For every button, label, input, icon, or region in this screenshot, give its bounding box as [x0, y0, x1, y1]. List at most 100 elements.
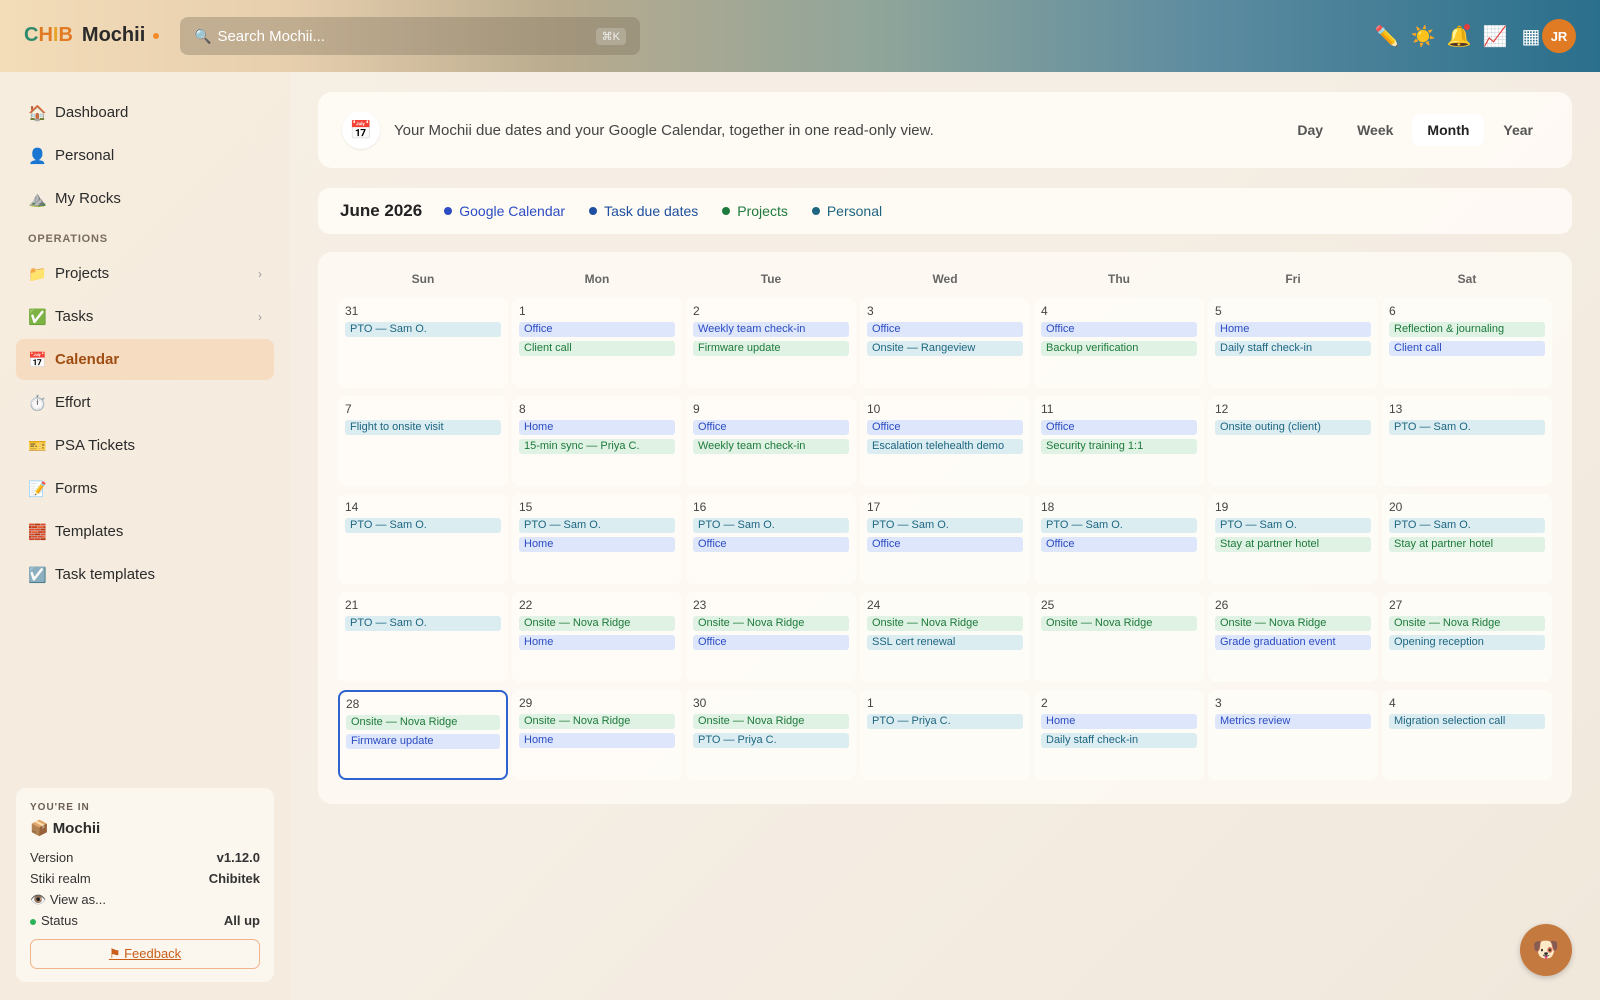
calendar-event[interactable]: SSL cert renewal [867, 635, 1023, 650]
calendar-event[interactable]: Office [693, 420, 849, 435]
calendar-event[interactable]: Onsite — Nova Ridge [1389, 616, 1545, 631]
calendar-day[interactable]: 24 Onsite — Nova Ridge SSL cert renewal [860, 592, 1030, 682]
calendar-day[interactable]: 4 Migration selection call [1382, 690, 1552, 780]
calendar-event[interactable]: PTO — Sam O. [519, 518, 675, 533]
calendar-event[interactable]: 15-min sync — Priya C. [519, 439, 675, 454]
calendar-day[interactable]: 19 PTO — Sam O. Stay at partner hotel [1208, 494, 1378, 584]
sidebar-item-calendar[interactable]: 📅 Calendar [16, 339, 274, 380]
sidebar-item-dashboard[interactable]: 🏠 Dashboard [16, 92, 274, 133]
calendar-day[interactable]: 20 PTO — Sam O. Stay at partner hotel [1382, 494, 1552, 584]
calendar-event[interactable]: PTO — Sam O. [1389, 518, 1545, 533]
calendar-event[interactable]: Onsite — Nova Ridge [1041, 616, 1197, 631]
calendar-event[interactable]: PTO — Sam O. [345, 518, 501, 533]
calendar-event[interactable]: PTO — Priya C. [867, 714, 1023, 729]
legend-personal[interactable]: Personal [811, 203, 882, 219]
calendar-day[interactable]: 8 Home 15-min sync — Priya C. [512, 396, 682, 486]
calendar-event[interactable]: Home [519, 537, 675, 552]
calendar-event[interactable]: Stay at partner hotel [1215, 537, 1371, 552]
calendar-event[interactable]: Onsite outing (client) [1215, 420, 1371, 435]
calendar-event[interactable]: Office [1041, 537, 1197, 552]
chevron-right-icon[interactable]: › [258, 310, 262, 324]
view-as-link[interactable]: 👁️ View as... [30, 889, 260, 910]
sidebar-item-effort[interactable]: ⏱️ Effort [16, 382, 274, 423]
calendar-event[interactable]: PTO — Sam O. [345, 322, 501, 337]
calendar-day[interactable]: 10 Office Escalation telehealth demo [860, 396, 1030, 486]
calendar-event[interactable]: Office [519, 322, 675, 337]
calendar-day[interactable]: 27 Onsite — Nova Ridge Opening reception [1382, 592, 1552, 682]
calendar-event[interactable]: Reflection & journaling [1389, 322, 1545, 337]
calendar-event[interactable]: Firmware update [346, 734, 500, 749]
view-month-button[interactable]: Month [1412, 114, 1485, 146]
calendar-event[interactable]: PTO — Sam O. [345, 616, 501, 631]
calendar-event[interactable]: Backup verification [1041, 341, 1197, 356]
calendar-day[interactable]: 23 Onsite — Nova Ridge Office [686, 592, 856, 682]
calendar-event[interactable]: Office [1041, 420, 1197, 435]
calendar-event[interactable]: Firmware update [693, 341, 849, 356]
calendar-event[interactable]: Home [1041, 714, 1197, 729]
legend-google-calendar[interactable]: Google Calendar [444, 203, 565, 219]
calendar-day[interactable]: 21 PTO — Sam O. [338, 592, 508, 682]
calendar-day[interactable]: 26 Onsite — Nova Ridge Grade graduation ev… [1208, 592, 1378, 682]
bell-icon[interactable]: 🔔 [1447, 24, 1471, 48]
calendar-day[interactable]: 25 Onsite — Nova Ridge [1034, 592, 1204, 682]
calendar-event[interactable]: Home [519, 420, 675, 435]
app-logo[interactable]: C H I B Mochii [24, 24, 160, 47]
pencil-icon[interactable]: ✏️ [1375, 24, 1400, 48]
calendar-event[interactable]: Onsite — Nova Ridge [693, 616, 849, 631]
view-day-button[interactable]: Day [1282, 114, 1338, 146]
calendar-day[interactable]: 16 PTO — Sam O. Office [686, 494, 856, 584]
sidebar-item-personal[interactable]: 👤 Personal [16, 135, 274, 176]
calendar-event[interactable]: Onsite — Rangeview [867, 341, 1023, 356]
sidebar-item-tasks[interactable]: ✅ Tasks › [16, 296, 274, 337]
calendar-event[interactable]: PTO — Sam O. [693, 518, 849, 533]
sidebar-item-my-rocks[interactable]: ⛰️ My Rocks [16, 178, 274, 219]
sidebar-item-projects[interactable]: 📁 Projects › [16, 253, 274, 294]
calendar-event[interactable]: Weekly team check-in [693, 322, 849, 337]
calendar-event[interactable]: PTO — Sam O. [867, 518, 1023, 533]
grid-icon[interactable]: ▦ [1520, 24, 1542, 48]
calendar-event[interactable]: Client call [519, 341, 675, 356]
calendar-day-today[interactable]: 28 Onsite — Nova Ridge Firmware update [338, 690, 508, 780]
calendar-event[interactable]: Office [693, 537, 849, 552]
calendar-event[interactable]: Daily staff check-in [1215, 341, 1371, 356]
calendar-day[interactable]: 12 Onsite outing (client) [1208, 396, 1378, 486]
calendar-event[interactable]: PTO — Sam O. [1389, 420, 1545, 435]
calendar-event[interactable]: Home [519, 635, 675, 650]
view-week-button[interactable]: Week [1342, 114, 1408, 146]
calendar-day[interactable]: 22 Onsite — Nova Ridge Home [512, 592, 682, 682]
sidebar-item-psa-tickets[interactable]: 🎫 PSA Tickets [16, 425, 274, 466]
calendar-event[interactable]: Onsite — Nova Ridge [867, 616, 1023, 631]
calendar-event[interactable]: PTO — Priya C. [693, 733, 849, 748]
calendar-event[interactable]: Flight to onsite visit [345, 420, 501, 435]
calendar-event[interactable]: Security training 1:1 [1041, 439, 1197, 454]
calendar-event[interactable]: Office [867, 322, 1023, 337]
calendar-day[interactable]: 5 Home Daily staff check-in [1208, 298, 1378, 388]
calendar-day[interactable]: 30 Onsite — Nova Ridge PTO — Priya C. [686, 690, 856, 780]
calendar-event[interactable]: PTO — Sam O. [1215, 518, 1371, 533]
chevron-right-icon[interactable]: › [258, 267, 262, 281]
calendar-day[interactable]: 2 Weekly team check-in Firmware update [686, 298, 856, 388]
calendar-day[interactable]: 3 Metrics review [1208, 690, 1378, 780]
calendar-event[interactable]: Onsite — Nova Ridge [346, 715, 500, 730]
chart-icon[interactable]: 📈 [1483, 24, 1508, 48]
calendar-event[interactable]: Opening reception [1389, 635, 1545, 650]
calendar-day[interactable]: 11 Office Security training 1:1 [1034, 396, 1204, 486]
calendar-day[interactable]: 14 PTO — Sam O. [338, 494, 508, 584]
calendar-event[interactable]: Onsite — Nova Ridge [1215, 616, 1371, 631]
sidebar-item-templates[interactable]: 🧱 Templates [16, 511, 274, 552]
calendar-day[interactable]: 29 Onsite — Nova Ridge Home [512, 690, 682, 780]
calendar-day[interactable]: 18 PTO — Sam O. Office [1034, 494, 1204, 584]
legend-projects[interactable]: Projects [722, 203, 788, 219]
sun-icon[interactable]: ☀️ [1411, 24, 1436, 48]
calendar-event[interactable]: Office [867, 420, 1023, 435]
calendar-day[interactable]: 1 Office Client call [512, 298, 682, 388]
calendar-day[interactable]: 15 PTO — Sam O. Home [512, 494, 682, 584]
calendar-event[interactable]: Weekly team check-in [693, 439, 849, 454]
calendar-event[interactable]: PTO — Sam O. [1041, 518, 1197, 533]
calendar-event[interactable]: Metrics review [1215, 714, 1371, 729]
calendar-day[interactable]: 9 Office Weekly team check-in [686, 396, 856, 486]
avatar[interactable]: JR [1542, 19, 1576, 53]
calendar-event[interactable]: Migration selection call [1389, 714, 1545, 729]
calendar-day[interactable]: 31 PTO — Sam O. [338, 298, 508, 388]
sidebar-item-forms[interactable]: 📝 Forms [16, 468, 274, 509]
